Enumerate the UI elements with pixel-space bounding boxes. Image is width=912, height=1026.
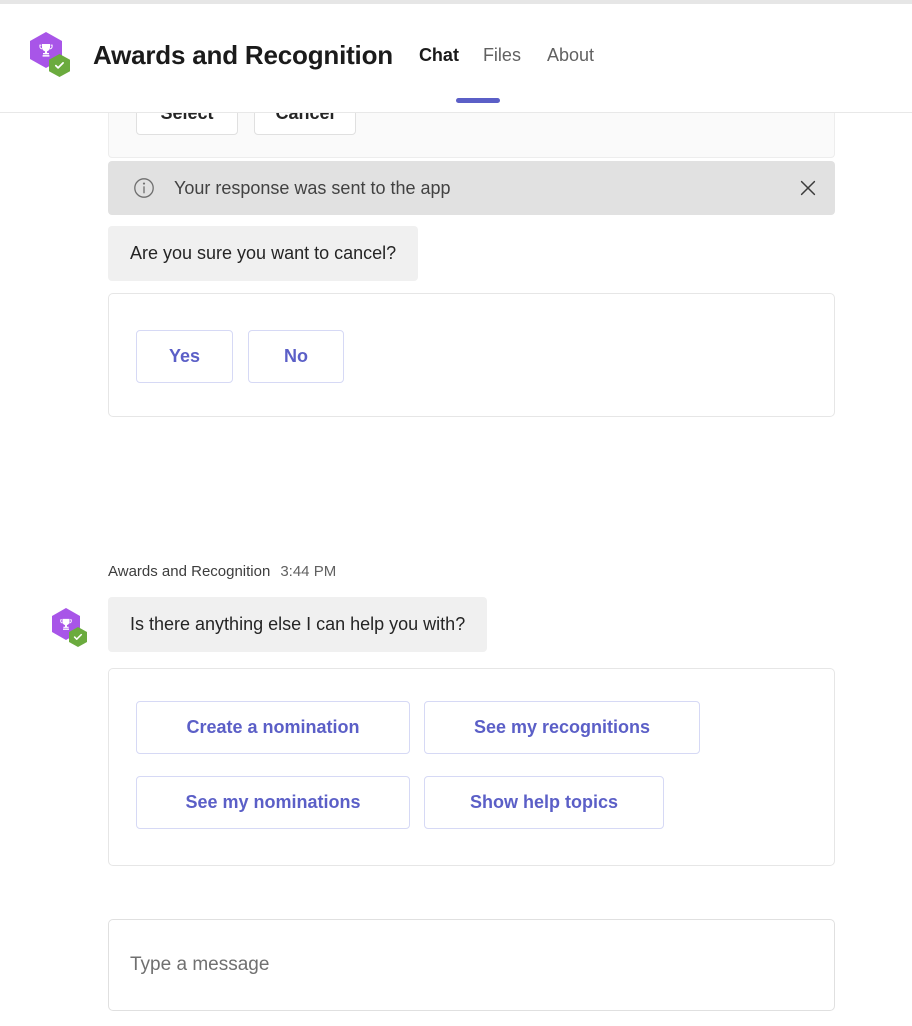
message-input[interactable] [128,953,772,977]
confirm-action-card: Yes No [108,293,835,417]
suggested-actions-card: Create a nomination See my recognitions … [108,668,835,866]
tab-bar: Chat Files About [419,45,620,66]
tab-files[interactable]: Files [483,45,521,66]
app-header-row: Awards and Recognition Chat Files About [30,32,620,78]
no-button[interactable]: No [248,330,344,383]
previous-adaptive-card: Select Cancel [108,113,835,158]
message-avatar [52,608,88,650]
tab-about[interactable]: About [547,45,594,66]
cancel-button[interactable]: Cancel [254,113,356,135]
message-meta: Awards and Recognition 3:44 PM [108,563,336,580]
message-timestamp: 3:44 PM [280,563,337,580]
response-sent-notification: Your response was sent to the app [108,161,835,215]
app-header: Awards and Recognition Chat Files About [0,4,912,113]
page-title: Awards and Recognition [93,39,393,70]
chat-message-list: Select Cancel Your response was sent to … [0,113,912,1026]
info-circle-icon [133,177,155,199]
see-my-recognitions-button[interactable]: See my recognitions [424,701,700,754]
yes-button[interactable]: Yes [136,330,233,383]
select-button[interactable]: Select [136,113,238,135]
message-sender: Awards and Recognition [108,563,271,580]
app-avatar [30,32,70,78]
tab-chat[interactable]: Chat [419,45,459,66]
bot-message-bubble: Is there anything else I can help you wi… [108,597,488,652]
create-a-nomination-button[interactable]: Create a nomination [136,701,410,754]
close-icon[interactable] [795,175,821,201]
message-composer[interactable] [108,919,835,1011]
see-my-nominations-button[interactable]: See my nominations [136,776,410,829]
notification-text: Your response was sent to the app [174,177,451,198]
active-tab-indicator [456,98,500,103]
show-help-topics-button[interactable]: Show help topics [424,776,664,829]
confirm-message-bubble: Are you sure you want to cancel? [108,226,419,281]
